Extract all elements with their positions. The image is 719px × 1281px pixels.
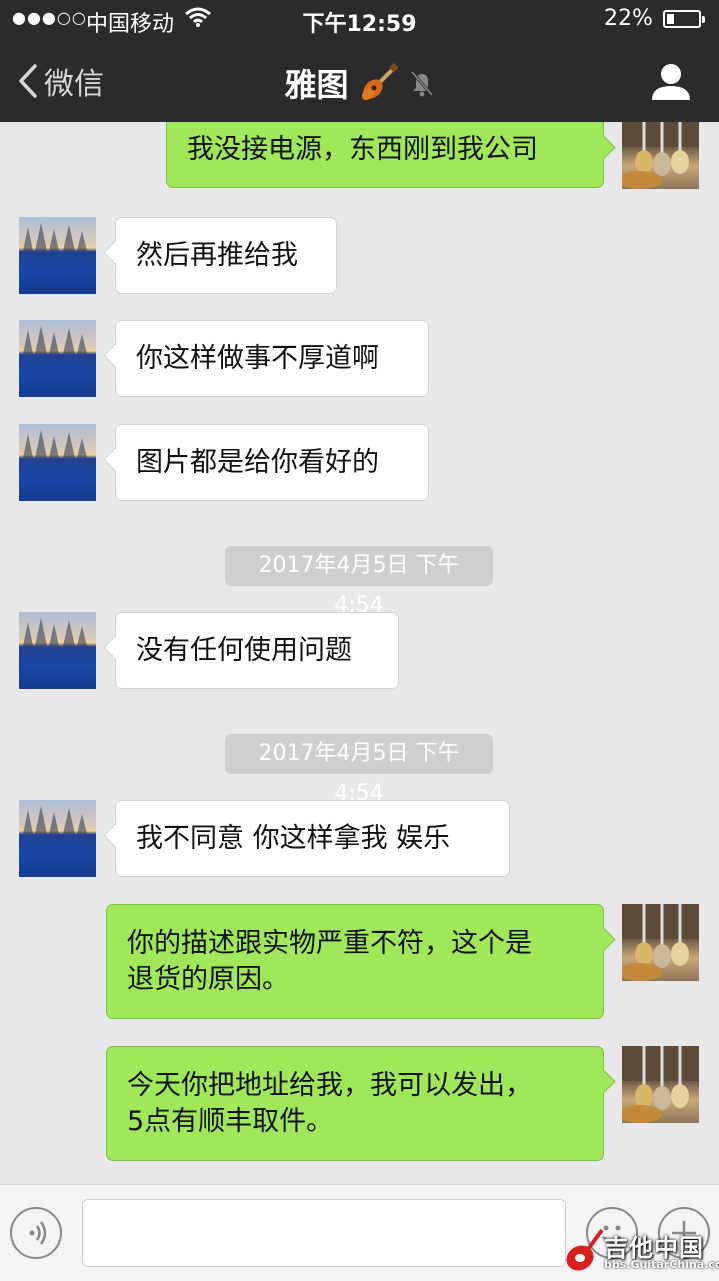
message-text: 你这样做事不厚道啊 [136, 342, 379, 374]
message-bubble-incoming[interactable]: 然后再推给我 [115, 217, 337, 294]
message-text: 没有任何使用问题 [136, 634, 352, 666]
contact-avatar[interactable] [19, 320, 96, 397]
message-text: 图片都是给你看好的 [136, 446, 379, 478]
message-text: 我没接电源，东西刚到我公司 [187, 134, 538, 165]
timestamp-text: 2017年4月5日 下午4:54 [258, 553, 460, 618]
contact-avatar[interactable] [19, 612, 96, 689]
message-text: 你的描述跟实物严重不符，这个是 退货的原因。 [127, 926, 532, 998]
profile-icon[interactable] [650, 62, 692, 102]
guitars-photo-icon [622, 904, 699, 981]
message-bubble-incoming[interactable]: 我不同意 你这样拿我 娱乐 [115, 800, 510, 877]
message-bubble-outgoing[interactable]: 你的描述跟实物严重不符，这个是 退货的原因。 [106, 904, 604, 1019]
message-text: 然后再推给我 [136, 239, 298, 271]
voice-icon [29, 1221, 47, 1245]
contact-avatar[interactable] [19, 800, 96, 877]
timestamp-badge: 2017年4月5日 下午4:54 [225, 734, 493, 806]
snowy-trees-photo-icon [23, 326, 87, 354]
my-avatar[interactable] [622, 904, 699, 981]
message-bubble-incoming[interactable]: 你这样做事不厚道啊 [115, 320, 429, 397]
voice-button[interactable] [10, 1207, 62, 1259]
guitars-photo-icon [622, 1046, 699, 1123]
guitar-emoji-icon [361, 63, 399, 101]
status-bar: ●●●○○ 中国移动 下午12:59 22% [0, 0, 719, 40]
message-line: 5点有顺丰取件。 [127, 1105, 334, 1137]
message-text: 今天你把地址给我，我可以发出， 5点有顺丰取件。 [127, 1068, 532, 1140]
my-avatar[interactable] [622, 1046, 699, 1123]
contact-avatar[interactable] [19, 424, 96, 501]
chat-message-list[interactable]: 我没接电源，东西刚到我公司 然后再推给我 你这样做事不厚道啊 图片都是给你看好的… [0, 122, 719, 1184]
snowy-trees-photo-icon [23, 223, 87, 251]
my-avatar[interactable] [622, 122, 699, 189]
battery-icon [663, 10, 705, 28]
message-line: 你的描述跟实物严重不符，这个是 [127, 927, 532, 959]
snowy-trees-photo-icon [23, 806, 87, 834]
message-bubble-incoming[interactable]: 没有任何使用问题 [115, 612, 399, 689]
message-line: 今天你把地址给我，我可以发出， [127, 1069, 532, 1101]
chat-title: 雅图 [0, 60, 719, 106]
contact-name: 雅图 [284, 66, 349, 104]
message-bubble-outgoing[interactable]: 今天你把地址给我，我可以发出， 5点有顺丰取件。 [106, 1046, 604, 1161]
message-bubble-incoming[interactable]: 图片都是给你看好的 [115, 424, 429, 501]
guitars-photo-icon [622, 122, 699, 189]
guitar-logo-icon [566, 1228, 604, 1271]
watermark-url: bbs.GuitarChina.com [604, 1258, 719, 1271]
message-input[interactable] [82, 1199, 566, 1267]
muted-bell-icon [410, 71, 433, 97]
battery-percent: 22% [604, 6, 653, 31]
site-watermark: 吉他中国 bbs.GuitarChina.com [560, 1222, 719, 1280]
message-text: 我不同意 你这样拿我 娱乐 [136, 822, 451, 854]
snowy-trees-photo-icon [23, 430, 87, 458]
message-bubble-outgoing[interactable]: 我没接电源，东西刚到我公司 [166, 122, 604, 188]
timestamp-badge: 2017年4月5日 下午4:54 [225, 546, 493, 618]
navigation-bar: ●●●○○ 中国移动 下午12:59 22% 微信 雅图 [0, 0, 719, 122]
message-line: 退货的原因。 [127, 963, 289, 995]
timestamp-text: 2017年4月5日 下午4:54 [258, 741, 460, 806]
snowy-trees-photo-icon [23, 618, 87, 646]
contact-avatar[interactable] [19, 217, 96, 294]
